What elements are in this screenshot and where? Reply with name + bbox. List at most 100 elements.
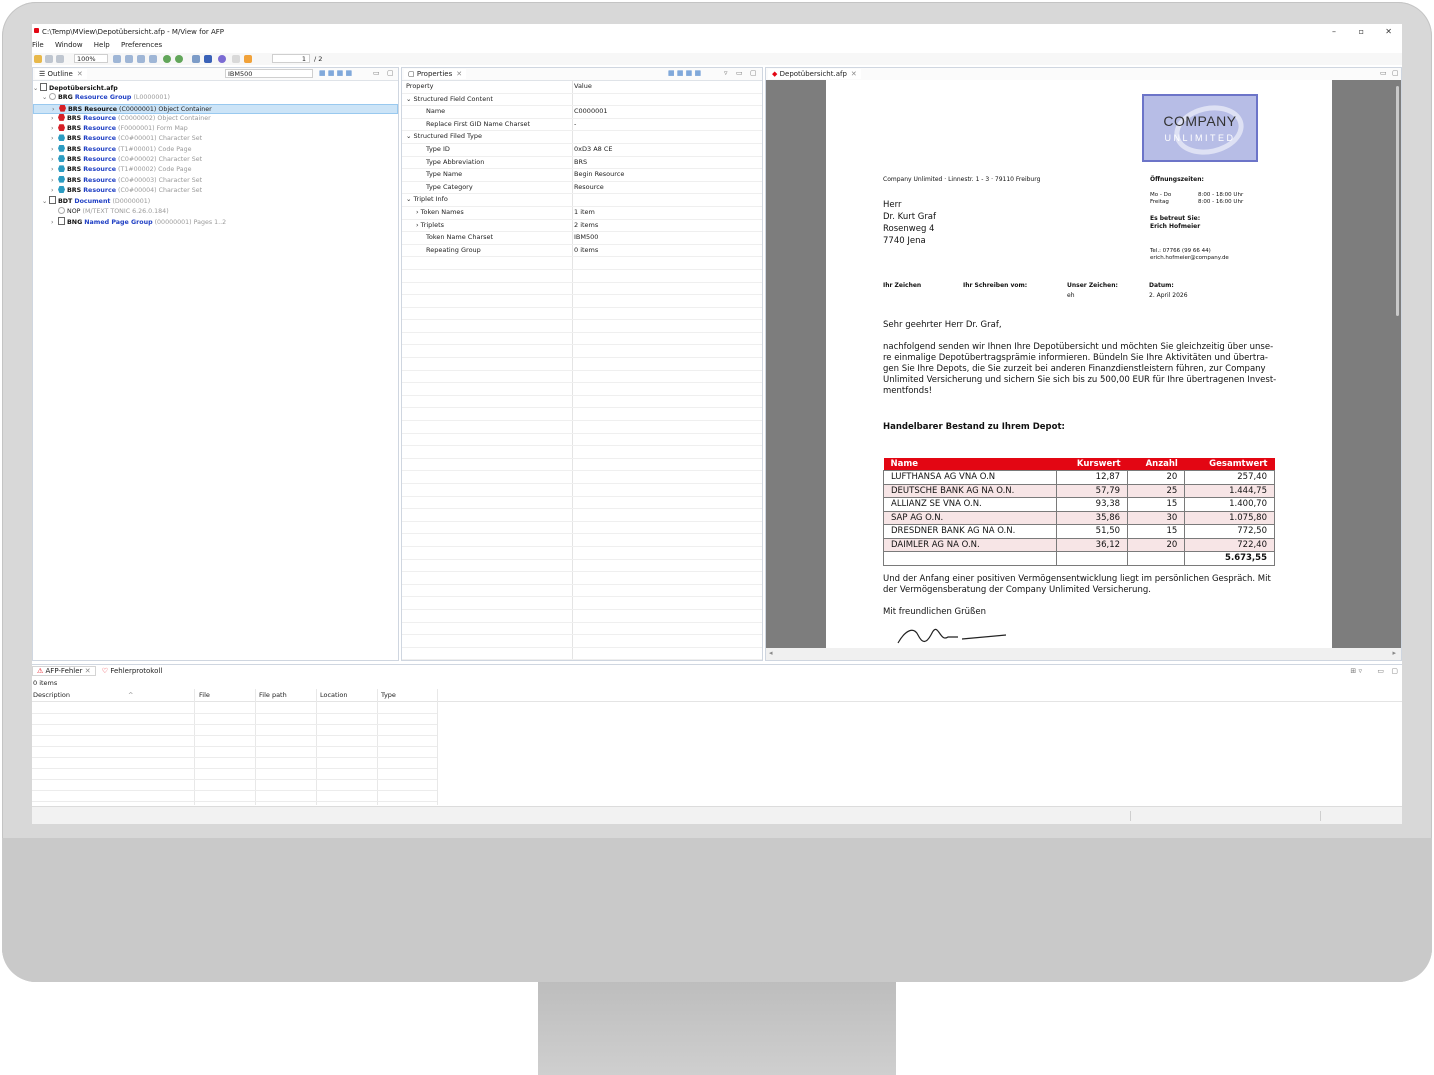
rotate-right-icon[interactable] — [175, 55, 183, 63]
fit-width-icon[interactable] — [149, 55, 157, 63]
resource-icon — [59, 104, 66, 112]
tree-item[interactable]: › BNG Named Page Group (00000001) Pages 1… — [33, 216, 398, 227]
close-icon[interactable]: ✕ — [77, 70, 83, 78]
tab-document[interactable]: ◆ Depotübersicht.afp ✕ — [768, 69, 861, 79]
tree-root[interactable]: ⌄ Depotübersicht.afp — [33, 83, 398, 93]
minimize-view-icon[interactable]: ▭ — [373, 69, 380, 77]
tree-item[interactable]: ⌄ BRG Resource Group (L0000001) — [33, 93, 398, 103]
maximize-view-icon[interactable]: ▢ — [1391, 667, 1398, 675]
menu-file[interactable]: File — [32, 41, 44, 49]
property-row[interactable]: › Triplets 2 items — [402, 220, 762, 233]
tree-item[interactable]: ⌄ BDT Document (D0000001) — [33, 196, 398, 206]
property-row[interactable]: Type Category Resource — [402, 182, 762, 195]
property-row[interactable]: › Token Names 1 item — [402, 207, 762, 220]
view-menu-icon[interactable]: ▿ — [724, 69, 728, 77]
table-total-row: 5.673,55 — [883, 551, 1275, 566]
rotate-left-icon[interactable] — [163, 55, 171, 63]
layers-icon[interactable] — [192, 55, 200, 63]
grid-icon[interactable] — [204, 55, 212, 63]
close-icon[interactable]: ✕ — [456, 70, 462, 78]
close-button[interactable]: ✕ — [1385, 27, 1392, 36]
property-row[interactable]: Name C0000001 — [402, 106, 762, 119]
toolbar: 100% 1 / 2 — [32, 53, 1402, 65]
filter-icon[interactable]: ▦ ▦ ▦ ▦ — [319, 69, 352, 77]
empty-row — [402, 635, 762, 648]
property-row[interactable]: ⌄ Structured Filed Type — [402, 131, 762, 144]
column-file-path[interactable]: File path — [259, 689, 287, 701]
property-row[interactable]: Repeating Group 0 items — [402, 245, 762, 258]
check-icon[interactable] — [218, 55, 226, 63]
empty-row — [402, 534, 762, 547]
tree-item[interactable]: › BRS Resource (C0#00004) Character Set — [33, 185, 398, 196]
tab-outline[interactable]: ☰ Outline ✕ — [35, 69, 87, 79]
close-icon[interactable]: ✕ — [851, 70, 857, 78]
zoom-in-icon[interactable] — [113, 55, 121, 63]
prev-page-icon[interactable] — [232, 55, 240, 63]
column-description[interactable]: Description — [33, 689, 70, 701]
minimize-view-icon[interactable]: ▭ — [1377, 667, 1384, 675]
tree-item[interactable]: › BRS Resource (C0000002) Object Containe… — [33, 113, 398, 124]
tree-item[interactable]: › BRS Resource (T1#00002) Code Page — [33, 165, 398, 175]
tab-properties[interactable]: ▢ Properties ✕ — [404, 69, 467, 79]
charset-select[interactable]: IBM500 — [225, 69, 313, 78]
scroll-left-icon[interactable]: ◂ — [769, 649, 773, 657]
menu-preferences[interactable]: Preferences — [121, 41, 162, 49]
fit-page-icon[interactable] — [137, 55, 145, 63]
next-page-icon[interactable] — [244, 55, 252, 63]
open-icon[interactable] — [34, 55, 42, 63]
maximize-view-icon[interactable]: ▢ — [387, 69, 394, 77]
panel-actions-icon[interactable]: ⊞ ▿ — [1350, 667, 1362, 675]
maximize-button[interactable]: ▫ — [1359, 27, 1364, 36]
tree-item[interactable]: › BRS Resource (F0000001) Form Map — [33, 124, 398, 134]
tree-item[interactable]: NOP (M/TEXT TONIC 6.26.0.184) — [33, 206, 398, 217]
document-panel: ◆ Depotübersicht.afp ✕ ▭ ▢ COMPANY UNLIMI… — [765, 67, 1402, 661]
zoom-select[interactable]: 100% — [74, 54, 108, 63]
horizontal-scrollbar[interactable]: ◂ ▸ — [766, 648, 1401, 660]
property-row[interactable]: Token Name Charset IBM500 — [402, 232, 762, 245]
menu-help[interactable]: Help — [94, 41, 110, 49]
print-icon[interactable] — [56, 55, 64, 63]
nop-icon — [58, 206, 65, 214]
errors-tabs: ⚠ AFP-Fehler ✕ ♡ Fehlerprotokoll — [32, 666, 166, 677]
closing-line-2: der Vermögensberatung der Company Unlimi… — [883, 585, 1151, 595]
file-icon — [40, 83, 47, 91]
property-row[interactable]: Replace First GID Name Charset - — [402, 119, 762, 132]
tree-item[interactable]: › BRS Resource (C0#00002) Character Set — [33, 155, 398, 165]
minimize-view-icon[interactable]: ▭ — [1380, 69, 1387, 77]
column-divider — [437, 689, 438, 805]
tree-item[interactable]: › BRS Resource (T1#00001) Code Page — [33, 144, 398, 155]
signature — [897, 628, 1007, 644]
close-icon[interactable]: ✕ — [85, 667, 91, 675]
tree-item[interactable]: › BRS Resource (C0#00001) Character Set — [33, 134, 398, 144]
column-file[interactable]: File — [199, 689, 210, 701]
property-row[interactable]: ⌄ Structured Field Content — [402, 94, 762, 107]
property-row[interactable]: Type Name Begin Resource — [402, 169, 762, 182]
scroll-right-icon[interactable]: ▸ — [1392, 649, 1396, 657]
minimize-view-icon[interactable]: ▭ — [736, 69, 743, 77]
column-type[interactable]: Type — [381, 689, 396, 701]
tree-item-selected[interactable]: › BRS Resource (C0000001) Object Containe… — [33, 103, 398, 114]
tab-fehlerprotokoll[interactable]: ♡ Fehlerprotokoll — [98, 667, 167, 675]
properties-toolbar-icon[interactable]: ▦ ▦ ▦ ▦ — [668, 69, 701, 77]
menu-window[interactable]: Window — [55, 41, 83, 49]
afp-file-icon: ◆ — [772, 70, 778, 78]
chevron-right-icon: › — [51, 176, 54, 184]
maximize-view-icon[interactable]: ▢ — [750, 69, 757, 77]
page-input[interactable]: 1 — [272, 54, 310, 63]
vertical-scrollbar[interactable] — [1396, 86, 1399, 316]
property-row[interactable]: Type ID 0xD3 A8 CE — [402, 144, 762, 157]
contact-tel: Tel.: 07766 (99 66 44) — [1150, 248, 1211, 254]
save-icon[interactable] — [45, 55, 53, 63]
tree-item[interactable]: › BRS Resource (C0#00003) Character Set — [33, 175, 398, 186]
column-location[interactable]: Location — [320, 689, 348, 701]
properties-header: ▢ Properties ✕ ▦ ▦ ▦ ▦ ▿ ▭ ▢ — [402, 68, 762, 81]
maximize-view-icon[interactable]: ▢ — [1392, 69, 1399, 77]
minimize-button[interactable]: – — [1332, 27, 1336, 36]
tab-afp-fehler[interactable]: ⚠ AFP-Fehler ✕ — [32, 666, 96, 676]
property-row[interactable]: ⌄ Triplet Info — [402, 194, 762, 207]
outline-panel: ☰ Outline ✕ IBM500 ▦ ▦ ▦ ▦ ▭ ▢ ⌄ Depotüber… — [32, 67, 399, 661]
zoom-out-icon[interactable] — [125, 55, 133, 63]
outline-header: ☰ Outline ✕ IBM500 ▦ ▦ ▦ ▦ ▭ ▢ — [33, 68, 398, 81]
chevron-right-icon: › — [51, 156, 54, 164]
property-row[interactable]: Type Abbreviation BRS — [402, 157, 762, 170]
